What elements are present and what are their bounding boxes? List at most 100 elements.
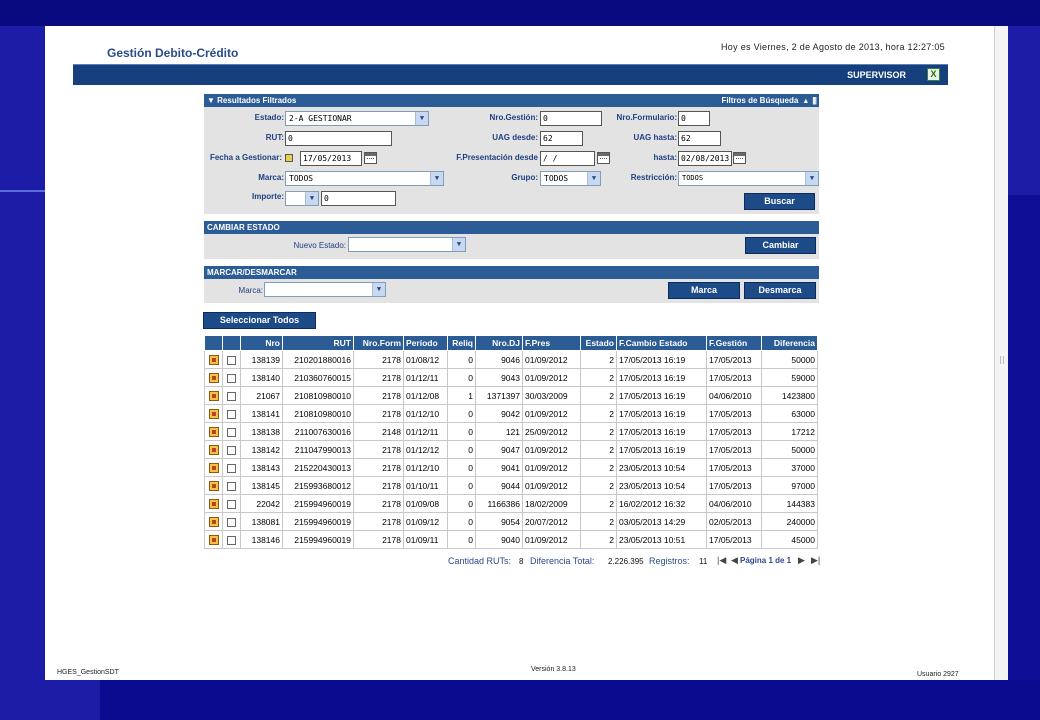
rut-input[interactable]: 0 (285, 131, 392, 146)
edit-record-icon[interactable] (208, 444, 219, 455)
marca-button[interactable]: Marca (668, 282, 740, 299)
table-row[interactable]: 138143 215220430013 2178 01/12/10 0 9041 01/09… (204, 458, 818, 477)
table-row[interactable]: 138140 210360760015 2178 01/12/11 0 9043 01/09… (204, 368, 818, 387)
edit-record-icon[interactable] (208, 498, 219, 509)
row-checkbox[interactable] (227, 463, 236, 473)
row-action-cell (204, 350, 223, 369)
row-checkbox[interactable] (227, 481, 236, 491)
cantidad-ruts-value: 8 (519, 557, 524, 566)
row-action-cell (204, 458, 223, 477)
uag-hasta-input[interactable]: 62 (678, 131, 721, 146)
checkbox-icon[interactable] (285, 154, 293, 162)
nro-gestion-input[interactable]: 0 (540, 111, 602, 126)
table-cell: 2178 (353, 386, 404, 405)
table-cell: 01/12/08 (403, 386, 448, 405)
pagination-label: Página 1 de 1 (740, 556, 792, 565)
seleccionar-todos-button[interactable]: Seleccionar Todos (203, 312, 316, 329)
buscar-button[interactable]: Buscar (744, 193, 815, 210)
table-cell: 138140 (240, 368, 283, 387)
column-header[interactable]: Reliq (447, 335, 476, 351)
edit-record-icon[interactable] (208, 534, 219, 545)
marca-select[interactable]: TODOS ▼ (285, 171, 444, 186)
nuevo-estado-select[interactable]: ▼ (348, 237, 466, 252)
edit-record-icon[interactable] (208, 426, 219, 437)
table-row[interactable]: 138145 215993680012 2178 01/10/11 0 9044 01/09… (204, 476, 818, 495)
column-header[interactable]: F.Pres (522, 335, 581, 351)
nro-formulario-input[interactable]: 0 (678, 111, 710, 126)
uag-desde-input[interactable]: 62 (540, 131, 583, 146)
table-row[interactable]: 138081 215994960019 2178 01/09/12 0 9054 20/07… (204, 512, 818, 531)
excel-export-icon[interactable]: X (927, 68, 940, 81)
last-page-icon[interactable]: ▶| (811, 555, 820, 566)
row-checkbox[interactable] (227, 427, 236, 437)
importe-input[interactable]: 0 (321, 191, 396, 206)
table-cell: 2178 (353, 458, 404, 477)
importe-operator-select[interactable]: ▼ (285, 191, 319, 206)
table-row[interactable]: 138139 210201880016 2178 01/08/12 0 9046 01/09… (204, 350, 818, 369)
table-cell: 01/09/2012 (522, 440, 581, 459)
row-checkbox[interactable] (227, 445, 236, 455)
scrollbar-grip[interactable] (1000, 356, 1004, 364)
table-row[interactable]: 138141 210810980010 2178 01/12/10 0 9042 01/09… (204, 404, 818, 423)
columns-icon[interactable]: ||| (812, 94, 817, 107)
edit-record-icon[interactable] (208, 462, 219, 473)
edit-record-icon[interactable] (208, 408, 219, 419)
row-checkbox[interactable] (227, 499, 236, 509)
table-row[interactable]: 138138 211007630016 2148 01/12/11 0 121 25/09/… (204, 422, 818, 441)
row-checkbox[interactable] (227, 355, 236, 365)
column-header[interactable]: Nro (240, 335, 283, 351)
restriccion-select[interactable]: TODOS ▼ (678, 171, 819, 186)
column-header[interactable]: Estado (580, 335, 617, 351)
column-header[interactable]: F.Cambio Estado (616, 335, 707, 351)
column-header[interactable]: Nro.DJ (475, 335, 523, 351)
table-row[interactable]: 21067 210810980010 2178 01/12/08 1 1371397 30/… (204, 386, 818, 405)
table-cell: 2 (580, 458, 617, 477)
table-cell: 01/09/2012 (522, 404, 581, 423)
estado-select[interactable]: 2-A GESTIONAR ▼ (285, 111, 429, 126)
calendar-icon[interactable] (733, 152, 746, 164)
cambiar-button[interactable]: Cambiar (745, 237, 816, 254)
table-row[interactable]: 22042 215994960019 2178 01/09/08 0 1166386 18/… (204, 494, 818, 513)
calendar-icon[interactable] (364, 152, 377, 164)
column-header[interactable]: RUT (282, 335, 354, 351)
column-header[interactable]: F.Gestión (706, 335, 762, 351)
grupo-select[interactable]: TODOS ▼ (540, 171, 601, 186)
registros-label: Registros: (649, 556, 690, 566)
row-checkbox[interactable] (227, 391, 236, 401)
marca-label: Marca: (238, 286, 263, 295)
first-page-icon[interactable]: |◀ (717, 555, 726, 566)
filters-toggle[interactable]: Filtros de Búsqueda ▲ ||| (721, 94, 816, 108)
edit-record-icon[interactable] (208, 354, 219, 365)
f-presentacion-label: F.Presentación desde (456, 153, 538, 162)
row-action-cell (204, 422, 223, 441)
column-header[interactable]: Nro.Form (353, 335, 404, 351)
hasta-input[interactable]: 02/08/2013 (678, 151, 732, 166)
table-cell: 01/09/2012 (522, 350, 581, 369)
row-checkbox[interactable] (227, 517, 236, 527)
desmarca-button[interactable]: Desmarca (744, 282, 816, 299)
column-header[interactable]: Período (403, 335, 448, 351)
row-checkbox[interactable] (227, 409, 236, 419)
table-row[interactable]: 138146 215994960019 2178 01/09/11 0 9040 01/09… (204, 530, 818, 549)
row-action-cell (204, 512, 223, 531)
f-presentacion-input[interactable]: / / (540, 151, 595, 166)
column-header[interactable]: Diferencia (761, 335, 818, 351)
row-checkbox[interactable] (227, 535, 236, 545)
edit-record-icon[interactable] (208, 390, 219, 401)
calendar-icon[interactable] (597, 152, 610, 164)
chevron-down-icon: ▼ (805, 172, 818, 185)
edit-record-icon[interactable] (208, 516, 219, 527)
row-checkbox[interactable] (227, 373, 236, 383)
row-select-cell (222, 440, 241, 459)
edit-record-icon[interactable] (208, 480, 219, 491)
marca-select[interactable]: ▼ (264, 282, 386, 297)
next-page-icon[interactable]: ▶ (798, 555, 805, 566)
fecha-gestionar-input[interactable]: 17/05/2013 (300, 151, 362, 166)
row-select-cell (222, 530, 241, 549)
table-row[interactable]: 138142 211047990013 2178 01/12/12 0 9047 01/09… (204, 440, 818, 459)
restriccion-label: Restricción: (630, 173, 677, 182)
edit-record-icon[interactable] (208, 372, 219, 383)
cantidad-ruts-label: Cantidad RUTs: (448, 556, 512, 566)
vertical-scrollbar[interactable] (994, 26, 1008, 680)
previous-page-icon[interactable]: ◀ (731, 555, 738, 566)
